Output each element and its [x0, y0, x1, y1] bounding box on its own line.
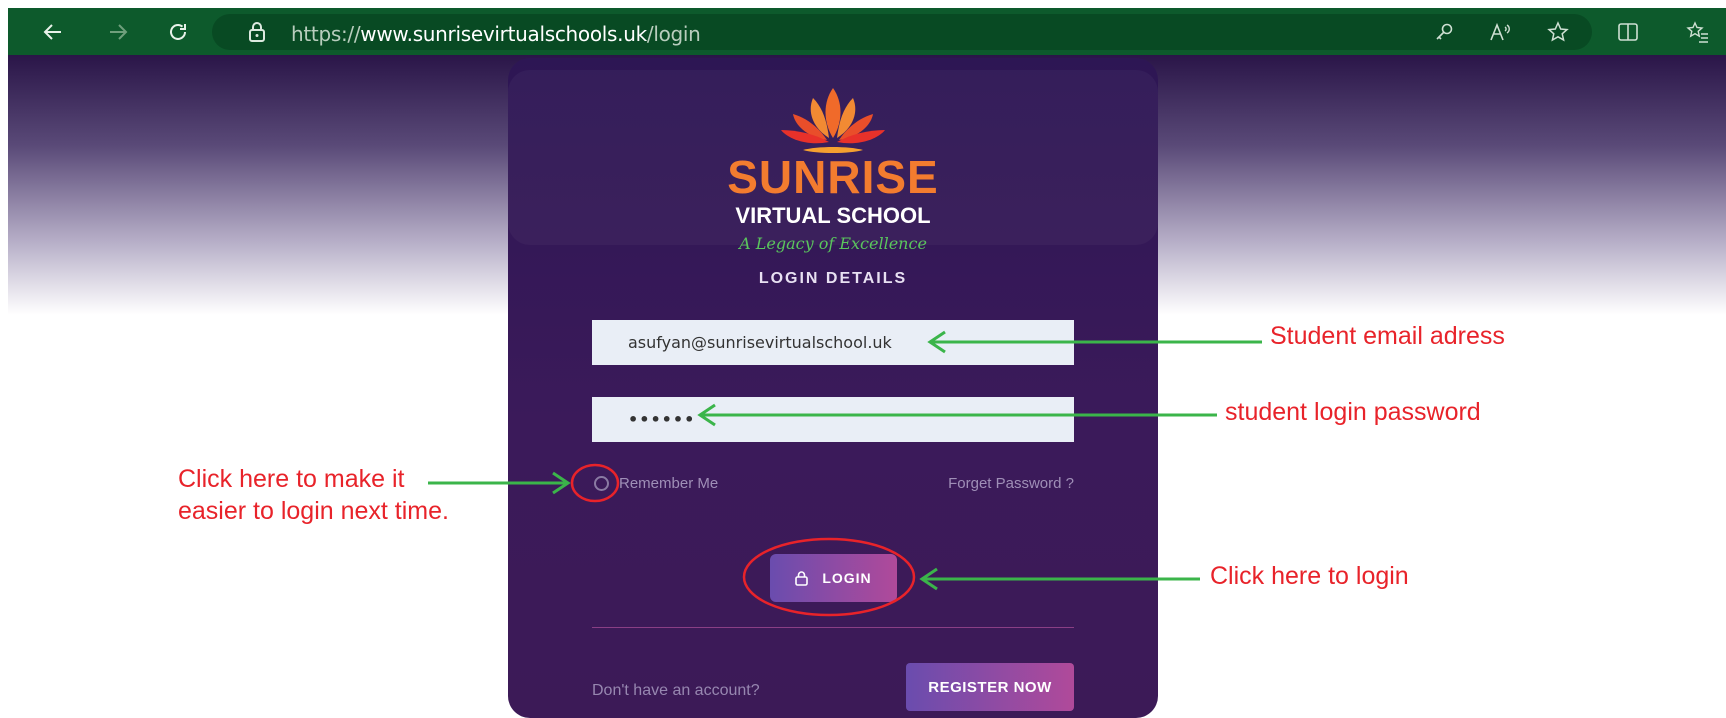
annotation-email: Student email adress [1270, 322, 1505, 350]
favorites-list-icon[interactable] [1678, 8, 1718, 55]
no-account-text: Don't have an account? [592, 682, 760, 699]
refresh-icon[interactable] [158, 8, 198, 55]
annotation-login: Click here to login [1210, 562, 1409, 590]
lock-icon [795, 570, 809, 586]
annotation-remember-line2: easier to login next time. [178, 497, 449, 525]
logo-text-sunrise: SUNRISE [727, 151, 939, 203]
lock-icon [248, 22, 266, 47]
school-logo: SUNRISE VIRTUAL SCHOOL A Legacy of Excel… [723, 80, 943, 253]
url-text: https://www.sunrisevirtualschools.uk/log… [291, 22, 701, 46]
address-bar[interactable]: https://www.sunrisevirtualschools.uk/log… [212, 14, 1592, 50]
email-field[interactable]: asufyan@sunrisevirtualschool.uk [592, 320, 1074, 365]
email-value: asufyan@sunrisevirtualschool.uk [628, 333, 892, 352]
read-aloud-icon[interactable] [1480, 8, 1520, 55]
annotation-remember: Click here to make it easier to login ne… [178, 463, 449, 527]
login-button-label: LOGIN [822, 570, 872, 586]
url-path: /login [646, 22, 701, 46]
forgot-password-link[interactable]: Forget Password ? [948, 475, 1074, 492]
annotation-remember-line1: Click here to make it [178, 465, 405, 493]
remember-me-label: Remember Me [619, 475, 719, 492]
divider [592, 627, 1074, 628]
forward-icon[interactable] [98, 8, 138, 55]
back-icon[interactable] [33, 8, 73, 55]
password-field[interactable]: •••••• [592, 397, 1074, 442]
url-domain: www.sunrisevirtualschools.uk [360, 22, 647, 46]
remember-me-option[interactable]: Remember Me [592, 475, 718, 492]
login-card: SUNRISE VIRTUAL SCHOOL A Legacy of Excel… [508, 58, 1158, 718]
lotus-icon [781, 88, 885, 153]
logo-tagline: A Legacy of Excellence [739, 234, 927, 253]
login-details-heading: LOGIN DETAILS [758, 270, 908, 287]
split-screen-icon[interactable] [1608, 8, 1648, 55]
annotation-password: student login password [1225, 398, 1481, 426]
password-value: •••••• [628, 410, 696, 429]
url-prefix: https:// [291, 22, 361, 46]
register-now-button[interactable]: REGISTER NOW [906, 663, 1074, 711]
favorite-icon[interactable] [1538, 8, 1578, 55]
login-button[interactable]: LOGIN [770, 554, 897, 602]
remember-me-radio[interactable] [594, 476, 609, 491]
logo-text-virtual-school: VIRTUAL SCHOOL [735, 203, 931, 228]
browser-toolbar: https://www.sunrisevirtualschools.uk/log… [8, 8, 1726, 55]
key-icon[interactable] [1424, 8, 1464, 55]
